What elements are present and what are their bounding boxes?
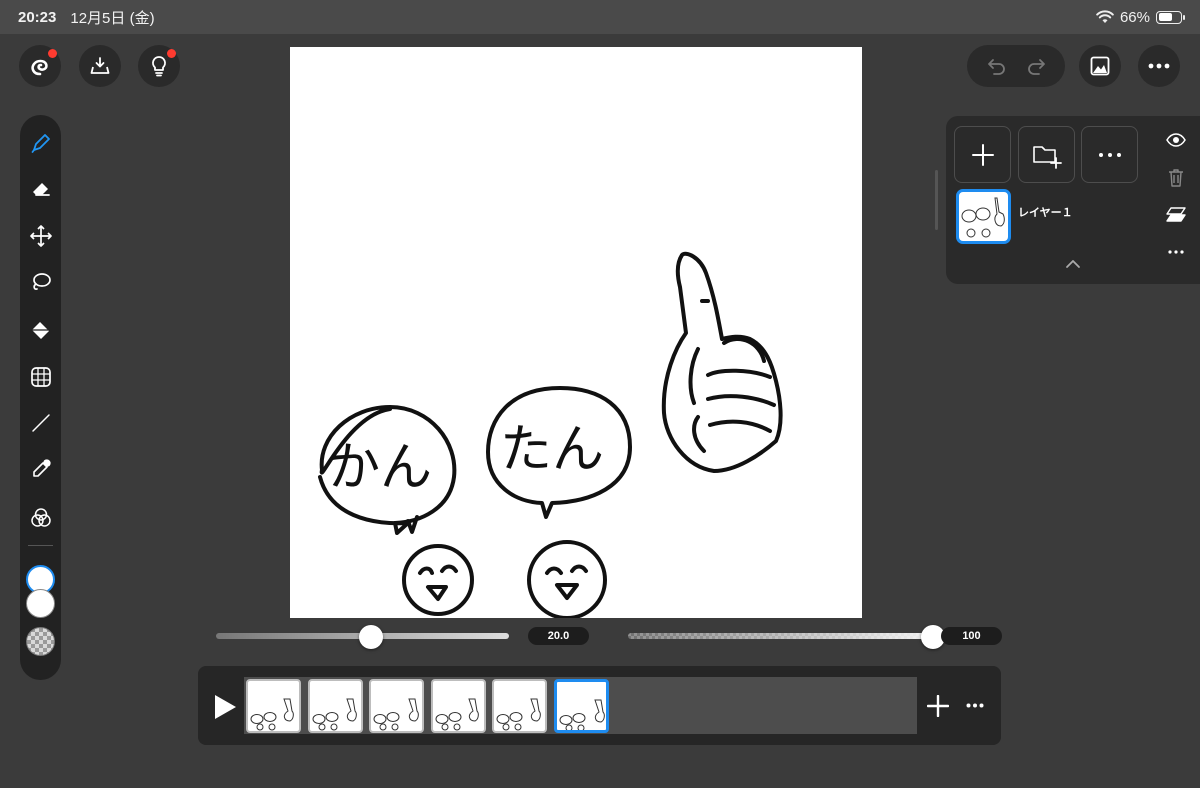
face-right — [527, 540, 607, 618]
layer-options-button[interactable] — [1166, 242, 1186, 262]
trash-icon — [1169, 169, 1183, 187]
face-left — [402, 544, 474, 616]
brush-size-knob[interactable] — [359, 625, 384, 649]
canvas-drawing: かん たん — [318, 251, 783, 618]
gallery-icon — [1090, 56, 1110, 76]
transparent-color-swatch[interactable] — [26, 627, 55, 656]
brush-size-value[interactable]: 20.0 — [528, 627, 589, 645]
move-icon — [29, 224, 52, 247]
layer-thumbnail[interactable] — [956, 189, 1011, 244]
merge-layers-button[interactable] — [1166, 205, 1186, 225]
color-blend-tool[interactable] — [28, 505, 53, 530]
frame-thumbnail — [496, 698, 541, 731]
layer-visibility-button[interactable] — [1166, 130, 1186, 150]
notification-badge — [167, 49, 176, 58]
eyedropper-tool[interactable] — [28, 456, 53, 481]
import-button[interactable] — [79, 45, 121, 87]
animation-frame[interactable] — [430, 679, 486, 733]
eyedropper-icon — [32, 458, 51, 477]
more-icon — [1148, 63, 1170, 69]
status-bar: 20:23 12月5日 (金) 66% — [0, 0, 1200, 34]
layer-thumbnail-drawing — [961, 197, 1005, 238]
toolbar-divider — [28, 545, 53, 546]
swirl-logo-icon — [31, 59, 48, 76]
add-layer-button[interactable] — [954, 126, 1011, 183]
bubble-right-text: たん — [500, 420, 604, 480]
play-icon[interactable] — [213, 694, 237, 720]
undo-icon[interactable] — [986, 55, 1008, 77]
notification-badge — [48, 49, 57, 58]
app-logo-button[interactable] — [19, 45, 61, 87]
animation-frame[interactable] — [307, 679, 363, 733]
move-tool[interactable] — [28, 223, 53, 248]
add-layer-icon — [971, 143, 994, 166]
color-blend-icon — [30, 507, 51, 527]
animation-frame[interactable] — [246, 679, 301, 733]
brush-opacity-slider[interactable] — [628, 633, 933, 639]
secondary-color-swatch[interactable] — [26, 589, 55, 618]
add-folder-icon — [1032, 145, 1062, 169]
layer-panel: レイヤー１ — [946, 116, 1200, 284]
frame-thumbnail — [435, 698, 479, 731]
wifi-icon — [1096, 10, 1114, 23]
lasso-icon — [32, 272, 51, 290]
frame-thumbnail — [559, 699, 605, 730]
pen-tool[interactable] — [28, 130, 53, 155]
eye-icon — [1166, 133, 1186, 147]
add-folder-button[interactable] — [1018, 126, 1075, 183]
status-date: 12月5日 (金) — [70, 9, 155, 27]
brush-opacity-value[interactable]: 100 — [941, 627, 1002, 645]
lightbulb-icon — [152, 56, 166, 77]
line-icon — [31, 413, 50, 432]
status-right: 66% — [1096, 8, 1185, 26]
lasso-tool[interactable] — [28, 269, 53, 294]
frame-thumbnail — [373, 698, 419, 731]
battery-percent: 66% — [1119, 8, 1150, 26]
pen-icon — [31, 133, 50, 153]
transform-grid-icon — [30, 366, 51, 387]
animation-frame[interactable] — [369, 679, 424, 733]
transform-tool[interactable] — [28, 364, 53, 389]
frame-strip[interactable] — [244, 677, 917, 734]
redo-icon[interactable] — [1025, 55, 1047, 77]
animation-frame[interactable] — [553, 679, 609, 733]
status-time: 20:23 — [18, 8, 57, 26]
bubble-left-text: かん — [328, 438, 432, 498]
layer-name[interactable]: レイヤー１ — [1018, 204, 1073, 220]
gallery-button[interactable] — [1079, 45, 1121, 87]
animation-frame[interactable] — [492, 679, 547, 733]
line-tool[interactable] — [28, 410, 53, 435]
fill-bucket-icon — [31, 321, 49, 339]
delete-layer-button[interactable] — [1166, 168, 1186, 188]
animation-timeline — [198, 666, 1001, 745]
eraser-tool[interactable] — [28, 176, 53, 201]
layer-more-icon — [1098, 152, 1121, 157]
eraser-icon — [32, 182, 50, 196]
tray-download-icon — [90, 57, 110, 74]
frame-thumbnail — [312, 698, 357, 731]
drawing-canvas[interactable]: かん たん — [290, 47, 862, 618]
merge-layers-icon — [1166, 207, 1186, 222]
timeline-more-icon[interactable] — [966, 703, 984, 708]
tool-bar — [20, 115, 61, 680]
fill-tool[interactable] — [28, 317, 53, 342]
layer-more-button[interactable] — [1081, 126, 1138, 183]
frame-thumbnail — [250, 698, 294, 731]
tips-button[interactable] — [138, 45, 180, 87]
undo-redo-group — [967, 45, 1065, 87]
add-frame-icon[interactable] — [927, 695, 949, 717]
more-menu-button[interactable] — [1138, 45, 1180, 87]
collapse-chevron-icon[interactable] — [1065, 259, 1081, 269]
battery-icon — [1156, 10, 1185, 24]
more-icon — [1168, 250, 1184, 254]
panel-drag-handle[interactable] — [935, 170, 938, 230]
